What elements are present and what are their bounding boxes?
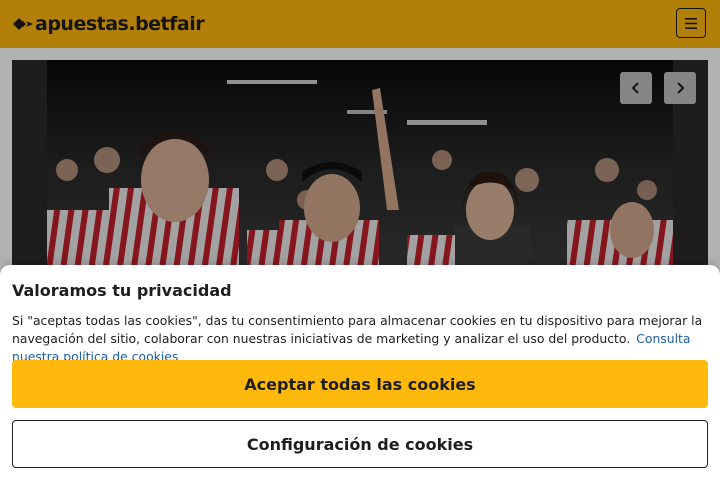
brand-logo[interactable]: apuestas.betfair bbox=[12, 12, 205, 36]
cookie-dialog-body: Si "aceptas todas las cookies", das tu c… bbox=[12, 313, 703, 346]
carousel-edge-left bbox=[12, 60, 47, 265]
accept-all-cookies-button[interactable]: Aceptar todas las cookies bbox=[12, 360, 708, 408]
site-header: apuestas.betfair bbox=[0, 0, 720, 48]
hero-carousel bbox=[12, 60, 708, 265]
brand-name: apuestas.betfair bbox=[35, 13, 205, 35]
cookie-settings-button[interactable]: Configuración de cookies bbox=[12, 420, 708, 468]
menu-button[interactable] bbox=[676, 8, 706, 38]
chevron-right-icon bbox=[677, 82, 685, 94]
cookie-dialog-text: Si "aceptas todas las cookies", das tu c… bbox=[12, 312, 708, 366]
carousel-next-button[interactable] bbox=[664, 72, 696, 104]
chevron-left-icon bbox=[631, 82, 639, 94]
betfair-arrows-logo-icon bbox=[13, 18, 33, 30]
cookie-consent-dialog: Valoramos tu privacidad Si "aceptas toda… bbox=[0, 265, 720, 480]
carousel-prev-button[interactable] bbox=[620, 72, 652, 104]
cookie-dialog-title: Valoramos tu privacidad bbox=[12, 281, 232, 300]
hamburger-menu-icon bbox=[685, 17, 697, 29]
hero-image bbox=[47, 60, 673, 265]
